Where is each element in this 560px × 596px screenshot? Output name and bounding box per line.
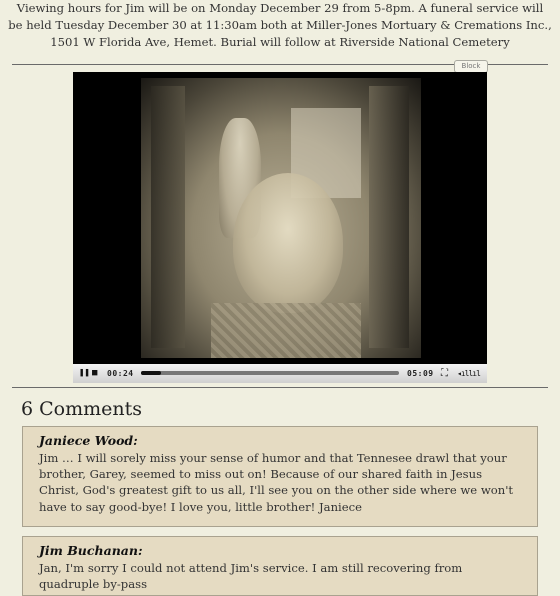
seek-progress (141, 371, 162, 375)
comment-card: Jim Buchanan: Jan, I'm sorry I could not… (22, 536, 538, 596)
comment-text: Jim … I will sorely miss your sense of h… (39, 451, 514, 514)
comments-heading: 6 Comments (21, 398, 143, 420)
volume-icon[interactable]: ◂ıllıl (457, 368, 481, 379)
stop-icon[interactable]: ■ (92, 368, 97, 379)
video-player[interactable]: ❚❚ ■ 00:24 05:09 ⛶ ◂ıllıl (73, 72, 487, 383)
seek-bar[interactable] (141, 371, 399, 375)
duration: 05:09 (407, 369, 434, 378)
intro-text: Viewing hours for Jim will be on Monday … (8, 1, 552, 49)
comment-author: Janiece Wood: (39, 433, 138, 448)
fullscreen-icon[interactable]: ⛶ (441, 368, 448, 379)
memorial-photo (141, 78, 421, 358)
comment-author: Jim Buchanan: (39, 543, 143, 558)
comment-card: Janiece Wood: Jim … I will sorely miss y… (22, 426, 538, 527)
player-controls: ❚❚ ■ 00:24 05:09 ⛶ ◂ıllıl (73, 364, 487, 383)
current-time: 00:24 (107, 369, 134, 378)
comment-text: Jan, I'm sorry I could not attend Jim's … (39, 561, 463, 592)
video-frame[interactable] (73, 72, 487, 362)
pause-icon[interactable]: ❚❚ (79, 368, 90, 379)
divider-bottom (12, 387, 548, 388)
